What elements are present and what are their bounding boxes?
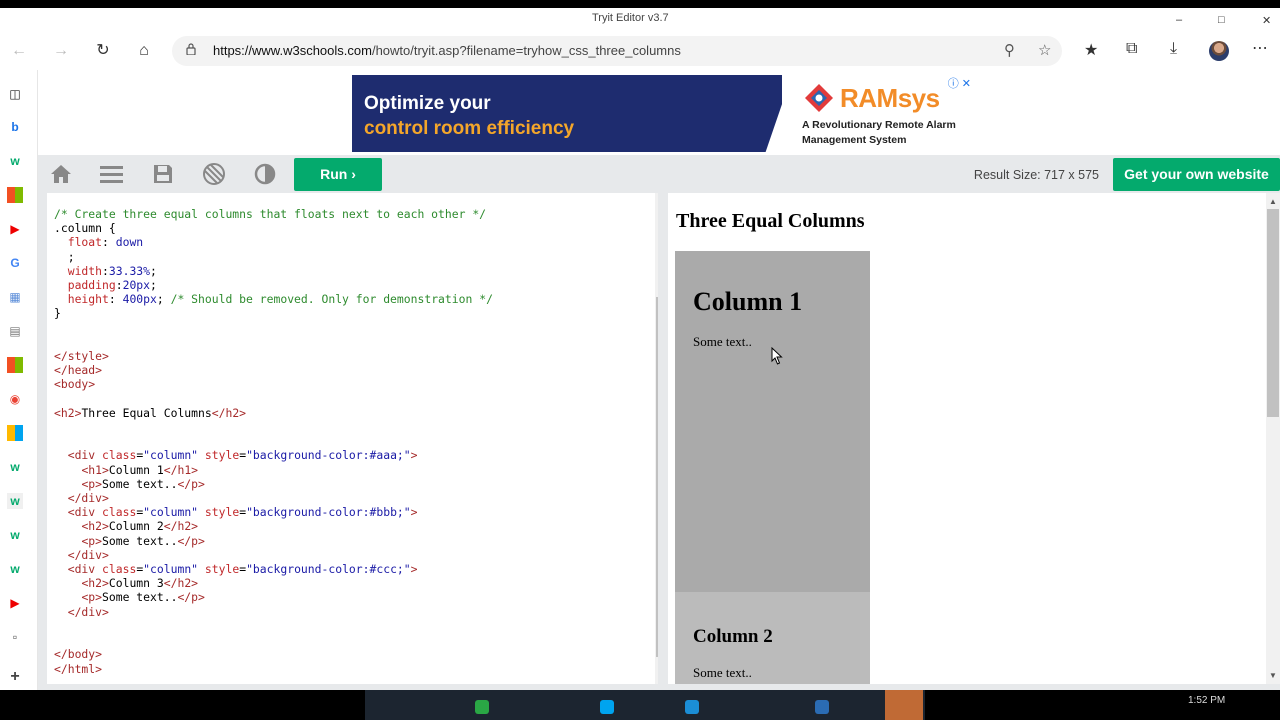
- tab-actions-icon[interactable]: ◫: [7, 86, 23, 102]
- theme-toggle-icon[interactable]: [253, 162, 277, 186]
- favorite-add-icon[interactable]: ☆: [1038, 41, 1051, 59]
- zoom-icon[interactable]: ⚲: [1004, 41, 1015, 59]
- microsoft-icon[interactable]: [7, 187, 23, 203]
- save-icon[interactable]: [151, 162, 175, 186]
- code-text[interactable]: /* Create three equal columns that float…: [54, 207, 493, 676]
- url-text: https://www.w3schools.com/howto/tryit.as…: [213, 43, 681, 58]
- downloads-icon[interactable]: ⤓: [1170, 40, 1177, 58]
- ramsys-logo-icon: [805, 84, 833, 112]
- office-icon[interactable]: [7, 357, 23, 373]
- w3schools-icon[interactable]: w: [7, 527, 23, 543]
- refresh-icon[interactable]: ↻: [92, 40, 114, 62]
- w3schools-icon[interactable]: w: [7, 561, 23, 577]
- result-column-2: Column 2 Some text..: [675, 592, 870, 684]
- rotate-layout-icon[interactable]: [202, 162, 226, 186]
- w3schools-icon[interactable]: w: [7, 459, 23, 475]
- column-2-heading: Column 2: [693, 626, 773, 647]
- tryit-toolbar: Run › Result Size: 717 x 575 Get your ow…: [38, 155, 1280, 193]
- minimize-icon[interactable]: –: [1176, 14, 1182, 26]
- menu-icon[interactable]: [99, 162, 123, 186]
- bing-icon[interactable]: b: [7, 119, 23, 135]
- column-1-heading: Column 1: [693, 287, 803, 316]
- maximize-icon[interactable]: □: [1218, 14, 1225, 26]
- result-scrollbar-thumb[interactable]: [1267, 209, 1279, 417]
- address-bar[interactable]: https://www.w3schools.com/howto/tryit.as…: [172, 36, 1062, 66]
- column-2-text: Some text..: [693, 665, 752, 680]
- ad-right-panel: RAMsys A Revolutionary Remote Alarm Mana…: [782, 75, 973, 152]
- edge-icon[interactable]: [685, 700, 699, 714]
- app-icon[interactable]: [815, 700, 829, 714]
- google-icon[interactable]: G: [7, 255, 23, 271]
- lock-icon: [186, 43, 196, 55]
- taskbar-clock: 1:52 PM: [1188, 695, 1226, 706]
- home-icon[interactable]: ⌂: [133, 40, 155, 62]
- w3schools-active-icon[interactable]: w: [7, 493, 23, 509]
- result-page-title: Three Equal Columns: [676, 210, 865, 232]
- get-your-own-website-button[interactable]: Get your own website: [1113, 158, 1280, 191]
- active-app-icon[interactable]: [885, 690, 923, 720]
- result-column-1: Column 1 Some text..: [675, 251, 870, 592]
- browser-navigation-bar: ← → ↻ ⌂ https://www.w3schools.com/howto/…: [0, 32, 1280, 70]
- youtube-icon[interactable]: ▶: [7, 221, 23, 237]
- window-title: Tryit Editor v3.7: [592, 12, 669, 24]
- collections-icon[interactable]: ⧉: [1126, 40, 1137, 58]
- ad-headline-2: control room efficiency: [364, 118, 575, 139]
- ad-brand: RAMsys: [840, 83, 940, 113]
- windows-icon[interactable]: [7, 425, 23, 441]
- youtube-icon[interactable]: ▶: [7, 595, 23, 611]
- scroll-up-icon[interactable]: ▲: [1269, 197, 1277, 206]
- translate-icon[interactable]: ▦: [7, 289, 23, 305]
- calendar-icon[interactable]: ▤: [7, 323, 23, 339]
- code-scrollbar-thumb[interactable]: [656, 297, 658, 657]
- browser-sidebar: ◫ b w ▶ G ▦ ▤ ◉ w w w w ▶ ▫ +: [0, 70, 38, 720]
- ad-left-panel: Optimize your control room efficiency: [352, 75, 792, 152]
- more-menu-icon[interactable]: ⋯: [1252, 38, 1268, 58]
- os-taskbar: 1:52 PM: [0, 690, 1280, 720]
- app-icon[interactable]: [600, 700, 614, 714]
- profile-avatar[interactable]: [1209, 41, 1229, 61]
- advertisement-banner[interactable]: Optimize your control room efficiency RA…: [352, 75, 973, 152]
- mouse-cursor-icon: [771, 347, 783, 365]
- url-path: /howto/tryit.asp?filename=tryhow_css_thr…: [371, 43, 681, 58]
- run-label: Run: [320, 166, 348, 182]
- result-scrollbar[interactable]: ▲ ▼: [1266, 193, 1280, 684]
- result-frame[interactable]: Three Equal Columns Column 1 Some text..…: [668, 193, 1280, 684]
- close-icon[interactable]: ✕: [1262, 14, 1271, 27]
- chevron-right-icon: ›: [347, 166, 356, 182]
- chrome-icon[interactable]: ◉: [7, 391, 23, 407]
- favorites-icon[interactable]: ★: [1084, 40, 1098, 60]
- run-button[interactable]: Run ›: [294, 158, 382, 191]
- forward-arrow-icon[interactable]: →: [50, 40, 72, 62]
- tryit-panels: /* Create three equal columns that float…: [38, 193, 1280, 690]
- code-scrollbar[interactable]: ▲ ▼: [655, 193, 658, 684]
- app-icon[interactable]: [475, 700, 489, 714]
- ad-close-icon[interactable]: ⓘ ✕: [948, 75, 971, 91]
- add-icon[interactable]: +: [7, 669, 23, 685]
- ad-headline-1: Optimize your: [364, 93, 491, 114]
- window-title-bar: Tryit Editor v3.7 – □ ✕: [0, 8, 1280, 32]
- back-arrow-icon[interactable]: ←: [8, 40, 30, 62]
- home-icon[interactable]: [49, 162, 73, 186]
- scroll-down-icon[interactable]: ▼: [1269, 671, 1277, 680]
- w3schools-icon[interactable]: w: [7, 153, 23, 169]
- taskbar-apps: [365, 690, 925, 720]
- document-icon[interactable]: ▫: [7, 629, 23, 645]
- code-editor[interactable]: /* Create three equal columns that float…: [47, 193, 658, 684]
- url-host: https://www.w3schools.com: [213, 43, 372, 58]
- ad-tagline: A Revolutionary Remote Alarm Management …: [802, 119, 956, 146]
- result-size-text: Result Size: 717 x 575: [973, 168, 1099, 182]
